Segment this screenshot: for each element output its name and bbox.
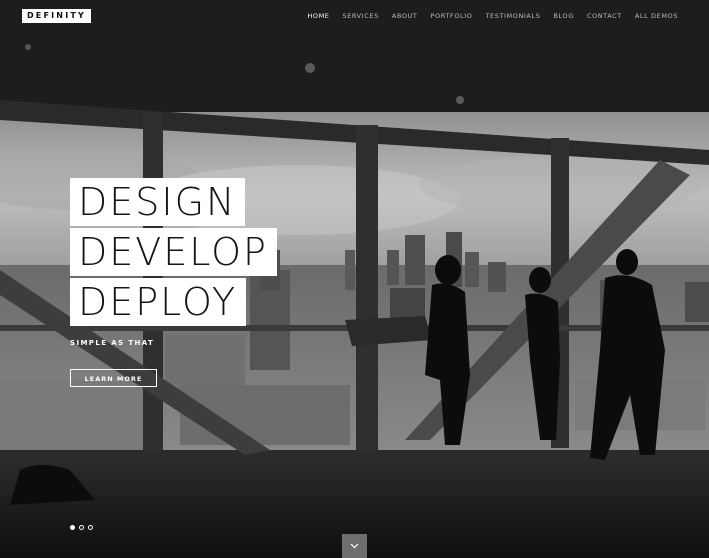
scroll-down-button[interactable] [342,534,367,558]
brand-logo[interactable]: DEFINITY [22,9,91,23]
slide-dot-3[interactable] [88,525,93,530]
nav-item-services[interactable]: SERVICES [342,12,378,20]
nav-item-blog[interactable]: BLOG [553,12,573,20]
headline-line-develop: DEVELOP [70,228,277,276]
slide-dot-1[interactable] [70,525,75,530]
slider-pagination [70,525,93,530]
headline-line-design: DESIGN [70,178,246,226]
headline-line-deploy: DEPLOY [70,278,247,326]
nav-item-testimonials[interactable]: TESTIMONIALS [485,12,540,20]
hero-headline: DESIGN DEVELOP DEPLOY [70,178,277,328]
slide-dot-2[interactable] [79,525,84,530]
nav-item-home[interactable]: HOME [307,12,329,20]
nav-item-portfolio[interactable]: PORTFOLIO [430,12,472,20]
main-nav: HOME SERVICES ABOUT PORTFOLIO TESTIMONIA… [294,12,678,20]
hero-subtitle: SIMPLE AS THAT [70,339,155,347]
nav-item-contact[interactable]: CONTACT [587,12,622,20]
nav-item-all-demos[interactable]: ALL DEMOS [635,12,678,20]
chevron-down-icon [350,543,359,549]
learn-more-button[interactable]: LEARN MORE [70,369,157,387]
nav-item-about[interactable]: ABOUT [392,12,418,20]
